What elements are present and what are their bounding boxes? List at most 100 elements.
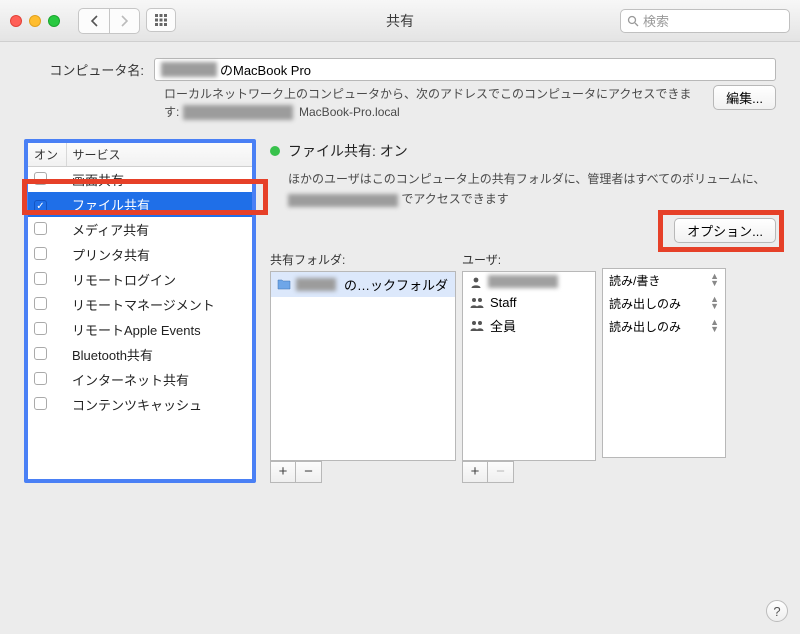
service-checkbox[interactable] — [34, 347, 47, 360]
redacted-text — [161, 62, 217, 77]
chevron-left-icon — [90, 15, 99, 27]
search-placeholder: 検索 — [643, 11, 669, 30]
user-label: Staff — [490, 295, 517, 310]
service-label: Bluetooth共有 — [66, 342, 252, 367]
users-column: ユーザ: Staff 全員 — [462, 251, 596, 483]
person-icon — [469, 275, 483, 289]
perm-label: 読み出しのみ — [609, 318, 681, 335]
user-row[interactable] — [463, 272, 595, 292]
folders-pm-buttons: + − — [270, 461, 456, 483]
col-on-header[interactable]: オン — [28, 143, 66, 167]
redacted-text — [288, 194, 398, 207]
perm-stepper[interactable]: ▲▼ — [710, 319, 719, 333]
computer-name-value: のMacBook Pro — [220, 60, 311, 79]
service-row[interactable]: リモートログイン — [28, 267, 252, 292]
folder-row[interactable]: の…ックフォルダ — [271, 272, 455, 297]
computer-name-subtext-row: ローカルネットワーク上のコンピュータから、次のアドレスでこのコンピュータにアクセ… — [164, 85, 776, 121]
perm-label: 読み/書き — [609, 272, 660, 289]
services-list: オン サービス 画面共有 ✓ ファイル共有 メディア共有 — [24, 139, 256, 483]
users-label: ユーザ: — [462, 251, 596, 268]
perm-row[interactable]: 読み/書き ▲▼ — [603, 269, 725, 292]
service-row[interactable]: Bluetooth共有 — [28, 342, 252, 367]
service-checkbox[interactable]: ✓ — [34, 200, 47, 213]
remove-user-button[interactable]: − — [488, 461, 514, 483]
service-label: インターネット共有 — [66, 367, 252, 392]
perms-list: 読み/書き ▲▼ 読み出しのみ ▲▼ 読み出しのみ ▲▼ — [602, 268, 726, 458]
status-dot-icon — [270, 146, 280, 156]
perms-label — [602, 251, 726, 265]
zoom-window-button[interactable] — [48, 15, 60, 27]
titlebar: 共有 検索 — [0, 0, 800, 42]
status-description: ほかのユーザはこのコンピュータ上の共有フォルダに、管理者はすべてのボリュームに、… — [288, 169, 776, 210]
remove-folder-button[interactable]: − — [296, 461, 322, 483]
service-checkbox[interactable] — [34, 397, 47, 410]
users-pm-buttons: + − — [462, 461, 596, 483]
grid-icon — [154, 13, 168, 27]
service-label: リモートログイン — [66, 267, 252, 292]
forward-button[interactable] — [109, 9, 139, 33]
help-button[interactable]: ? — [766, 600, 788, 622]
service-checkbox[interactable] — [34, 297, 47, 310]
perm-row[interactable]: 読み出しのみ ▲▼ — [603, 315, 725, 338]
add-folder-button[interactable]: + — [270, 461, 296, 483]
perm-label: 読み出しのみ — [609, 295, 681, 312]
main-split: オン サービス 画面共有 ✓ ファイル共有 メディア共有 — [24, 139, 776, 483]
service-label: コンテンツキャッシュ — [66, 392, 252, 417]
detail-pane: ファイル共有: オン ほかのユーザはこのコンピュータ上の共有フォルダに、管理者は… — [270, 139, 776, 483]
add-user-button[interactable]: + — [462, 461, 488, 483]
service-checkbox[interactable] — [34, 272, 47, 285]
service-row[interactable]: メディア共有 — [28, 217, 252, 242]
redacted-text — [296, 278, 336, 291]
perm-stepper[interactable]: ▲▼ — [710, 273, 719, 287]
minimize-window-button[interactable] — [29, 15, 41, 27]
service-row[interactable]: ✓ ファイル共有 — [28, 192, 252, 217]
edit-button[interactable]: 編集... — [713, 85, 776, 110]
service-label: ファイル共有 — [66, 192, 252, 217]
search-field[interactable]: 検索 — [620, 9, 790, 33]
show-all-button[interactable] — [146, 8, 176, 32]
nav-buttons — [78, 8, 176, 34]
service-checkbox[interactable] — [34, 172, 47, 185]
perms-column: 読み/書き ▲▼ 読み出しのみ ▲▼ 読み出しのみ ▲▼ — [602, 251, 726, 483]
service-checkbox[interactable] — [34, 322, 47, 335]
computer-name-subtext: ローカルネットワーク上のコンピュータから、次のアドレスでこのコンピュータにアクセ… — [164, 85, 701, 121]
service-checkbox[interactable] — [34, 247, 47, 260]
window-title: 共有 — [386, 11, 414, 31]
user-row[interactable]: 全員 — [463, 313, 595, 338]
user-row[interactable]: Staff — [463, 292, 595, 313]
chevron-right-icon — [120, 15, 129, 27]
folder-icon — [277, 278, 291, 290]
folders-list[interactable]: の…ックフォルダ — [270, 271, 456, 461]
users-list[interactable]: Staff 全員 — [462, 271, 596, 461]
back-button[interactable] — [79, 9, 109, 33]
group-icon — [469, 295, 485, 309]
search-icon — [627, 15, 639, 27]
perm-row[interactable]: 読み出しのみ ▲▼ — [603, 292, 725, 315]
service-row[interactable]: リモートマネージメント — [28, 292, 252, 317]
perm-stepper[interactable]: ▲▼ — [710, 296, 719, 310]
service-row[interactable]: 画面共有 — [28, 167, 252, 193]
service-checkbox[interactable] — [34, 372, 47, 385]
service-label: 画面共有 — [66, 167, 252, 193]
computer-name-field[interactable]: のMacBook Pro — [154, 58, 776, 81]
service-row[interactable]: リモートApple Events — [28, 317, 252, 342]
service-row[interactable]: インターネット共有 — [28, 367, 252, 392]
user-label: 全員 — [490, 316, 516, 335]
service-label: リモートマネージメント — [66, 292, 252, 317]
content-area: コンピュータ名: のMacBook Pro ローカルネットワーク上のコンピュータ… — [0, 42, 800, 499]
window-controls — [10, 15, 60, 27]
service-label: リモートApple Events — [66, 317, 252, 342]
service-label: メディア共有 — [66, 217, 252, 242]
redacted-text — [183, 105, 293, 120]
close-window-button[interactable] — [10, 15, 22, 27]
redacted-text — [488, 275, 558, 288]
computer-name-label: コンピュータ名: — [24, 60, 144, 79]
folders-label: 共有フォルダ: — [270, 251, 456, 268]
service-row[interactable]: コンテンツキャッシュ — [28, 392, 252, 417]
col-service-header[interactable]: サービス — [66, 143, 252, 167]
options-button[interactable]: オプション... — [674, 218, 776, 243]
service-row[interactable]: プリンタ共有 — [28, 242, 252, 267]
service-label: プリンタ共有 — [66, 242, 252, 267]
group-icon — [469, 318, 485, 332]
service-checkbox[interactable] — [34, 222, 47, 235]
